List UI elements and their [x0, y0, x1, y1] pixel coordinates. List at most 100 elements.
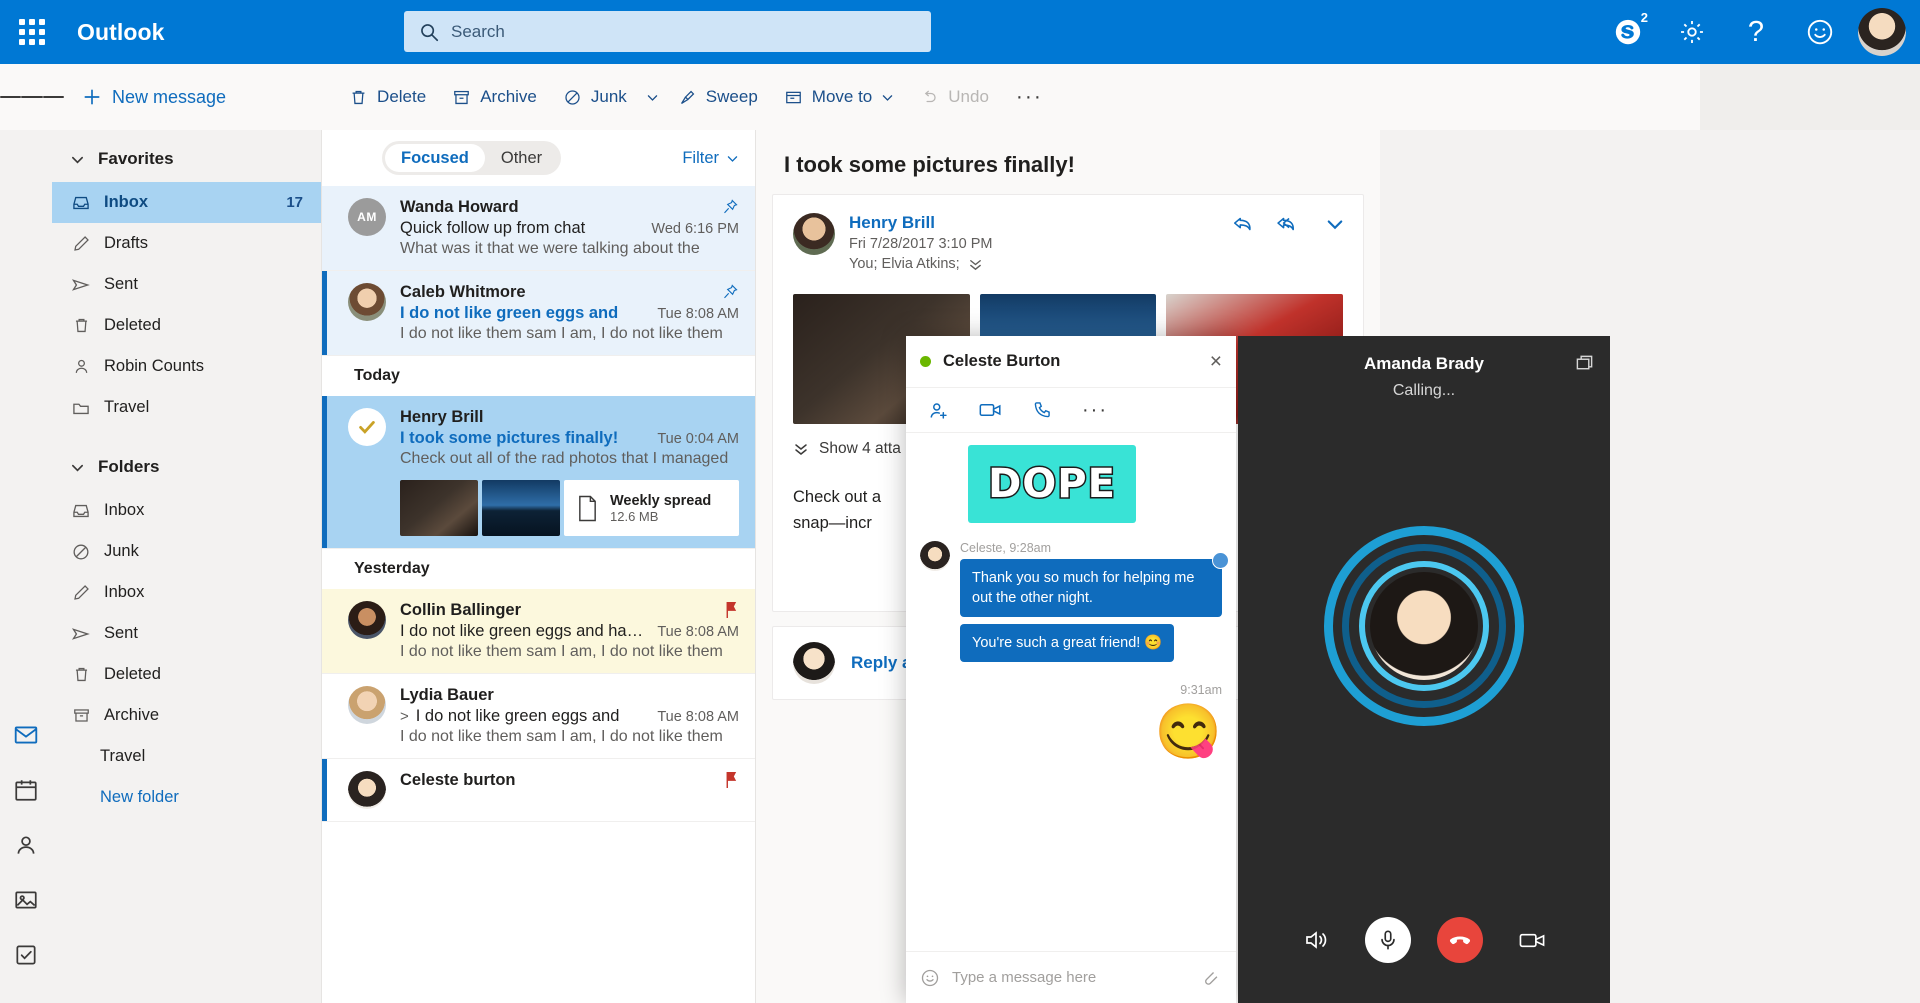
message-list-item[interactable]: Lydia Bauer > I do not like green eggs a…: [322, 674, 755, 759]
mute-button[interactable]: [1365, 917, 1411, 963]
folder-item-travel-fav[interactable]: Travel: [52, 387, 321, 428]
video-call-icon[interactable]: [979, 400, 1002, 420]
attachment-icon[interactable]: [1200, 970, 1222, 986]
folder-item-deleted-2[interactable]: Deleted: [52, 654, 321, 695]
chevron-double-down-icon[interactable]: [968, 257, 983, 272]
close-icon[interactable]: ×: [1210, 351, 1222, 372]
folder-item-junk[interactable]: Junk: [52, 531, 321, 572]
message-list-item[interactable]: Collin Ballinger I do not like green egg…: [322, 589, 755, 674]
sender-name[interactable]: Henry Brill: [849, 213, 992, 233]
video-toggle-button[interactable]: [1509, 917, 1555, 963]
junk-dropdown-button[interactable]: [640, 83, 665, 112]
message-content: Celeste burton: [400, 771, 739, 809]
chat-bubble[interactable]: You're such a great friend! 😊: [960, 624, 1174, 662]
rail-item-photos[interactable]: [11, 885, 41, 915]
chat-input-placeholder[interactable]: Type a message here: [952, 969, 1188, 986]
audio-call-icon[interactable]: [1032, 400, 1052, 420]
call-contact-name: Amanda Brady: [1238, 354, 1610, 374]
more-icon[interactable]: ···: [1082, 399, 1108, 422]
new-message-button[interactable]: New message: [82, 87, 226, 108]
message-actions: [1231, 213, 1345, 235]
avatar-image: [920, 541, 950, 571]
folder-item-robin-counts[interactable]: Robin Counts: [52, 346, 321, 387]
help-button[interactable]: ?: [1724, 0, 1788, 64]
emoji-picker-icon[interactable]: [920, 968, 940, 988]
folder-item-deleted[interactable]: Deleted: [52, 305, 321, 346]
search-input[interactable]: [451, 22, 917, 42]
folder-item-travel-sub[interactable]: Travel: [52, 736, 321, 777]
account-avatar[interactable]: [1858, 8, 1906, 56]
folder-item-archive[interactable]: Archive: [52, 695, 321, 736]
folder-item-inbox-2[interactable]: Inbox: [52, 572, 321, 613]
pin-icon[interactable]: [722, 198, 739, 220]
end-call-button[interactable]: [1437, 917, 1483, 963]
attachment-file-card[interactable]: Weekly spread 12.6 MB: [564, 480, 739, 536]
folder-item-sent[interactable]: Sent: [52, 264, 321, 305]
call-header: Amanda Brady Calling...: [1238, 336, 1610, 400]
move-to-icon: [784, 88, 803, 107]
chevron-down-icon[interactable]: [1325, 214, 1345, 234]
folders-group-header[interactable]: Folders: [52, 444, 321, 490]
attachment-thumbnail[interactable]: [400, 480, 478, 536]
reply-all-icon[interactable]: [1277, 213, 1303, 235]
folder-item-drafts[interactable]: Drafts: [52, 223, 321, 264]
chat-bubble[interactable]: Thank you so much for helping me out the…: [960, 559, 1222, 617]
presence-online-icon: [920, 356, 931, 367]
message-list-item[interactable]: AM Wanda Howard Quick follow up from cha…: [322, 186, 755, 271]
sweep-button[interactable]: Sweep: [665, 79, 771, 115]
folder-label: Deleted: [104, 665, 161, 684]
message-list-item[interactable]: Celeste burton: [322, 759, 755, 822]
rail-item-people[interactable]: [11, 830, 41, 860]
reaction-badge[interactable]: [1212, 552, 1229, 569]
skype-button[interactable]: 2: [1596, 0, 1660, 64]
toggle-folder-pane-button[interactable]: [0, 64, 64, 130]
folder-item-sent-2[interactable]: Sent: [52, 613, 321, 654]
archive-icon: [452, 88, 471, 107]
recipients-row: You; Elvia Atkins;: [849, 256, 992, 272]
add-person-icon[interactable]: [928, 400, 949, 421]
more-commands-button[interactable]: ···: [1002, 85, 1057, 109]
focused-other-pivot: Focused Other: [382, 141, 561, 175]
sender-avatar[interactable]: [793, 213, 835, 255]
settings-button[interactable]: [1660, 0, 1724, 64]
rail-item-calendar[interactable]: [11, 775, 41, 805]
pin-icon[interactable]: [722, 283, 739, 305]
thumbnail-image: [400, 480, 478, 536]
undo-button[interactable]: Undo: [907, 79, 1002, 115]
message-preview: What was it that we were talking about t…: [400, 240, 739, 258]
filter-button[interactable]: Filter: [682, 149, 739, 168]
app-launcher-button[interactable]: [0, 0, 64, 64]
message-subject-row: > I do not like green eggs and Tue 8:08 …: [400, 707, 739, 726]
search-box[interactable]: [404, 11, 931, 52]
new-folder-button[interactable]: New folder: [52, 777, 321, 818]
junk-button[interactable]: Junk: [550, 79, 640, 115]
feedback-button[interactable]: [1788, 0, 1852, 64]
message-list-item[interactable]: Henry Brill I took some pictures finally…: [322, 396, 755, 549]
tab-focused[interactable]: Focused: [385, 144, 485, 172]
chat-input-bar[interactable]: Type a message here: [906, 951, 1236, 1003]
folder-label: Sent: [104, 275, 138, 294]
speaker-button[interactable]: [1293, 917, 1339, 963]
reply-icon[interactable]: [1231, 213, 1255, 235]
expand-window-icon[interactable]: [1575, 354, 1594, 378]
archive-button[interactable]: Archive: [439, 79, 550, 115]
message-list-item[interactable]: Caleb Whitmore I do not like green eggs …: [322, 271, 755, 356]
rail-item-tasks[interactable]: [11, 940, 41, 970]
message-select-checkmark[interactable]: [348, 408, 386, 446]
delete-button[interactable]: Delete: [336, 79, 439, 115]
tab-other[interactable]: Other: [485, 144, 558, 172]
app-brand-title: Outlook: [77, 19, 165, 46]
folder-item-inbox[interactable]: Inbox: [52, 490, 321, 531]
expand-conversation-icon[interactable]: >: [400, 708, 409, 725]
ring-inner-2: [1359, 561, 1489, 691]
favorites-group-header[interactable]: Favorites: [52, 136, 321, 182]
thumbnail-image: [482, 480, 560, 536]
photos-icon: [13, 887, 39, 913]
rail-item-mail[interactable]: [11, 720, 41, 750]
attachment-thumbnail[interactable]: [482, 480, 560, 536]
junk-icon: [70, 542, 92, 562]
flag-icon[interactable]: [723, 771, 739, 794]
move-to-button[interactable]: Move to: [771, 79, 907, 115]
folder-item-inbox-fav[interactable]: Inbox 17: [52, 182, 321, 223]
flag-icon[interactable]: [723, 601, 739, 624]
